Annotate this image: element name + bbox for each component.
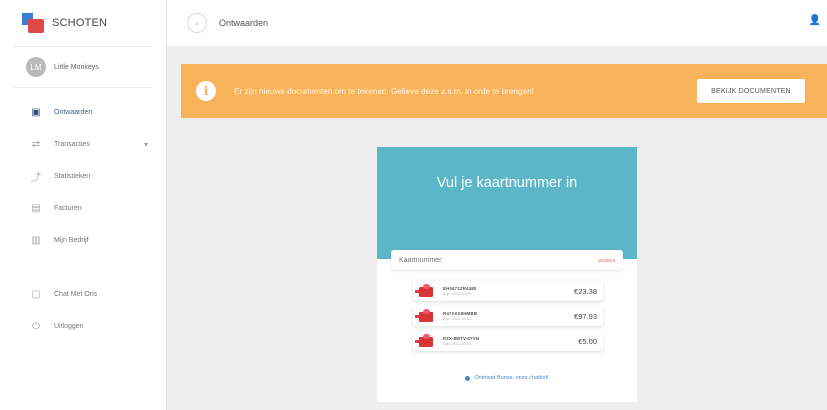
sidebar: SCHOTEN LM Little Monkeys ▣ Ontwaarden ⇄… [0, 0, 167, 410]
sidebar-item-statistieken[interactable]: ⤴ Statistieken [0, 160, 166, 192]
statistics-icon: ⤴ [31, 172, 41, 184]
voucher-sub: Exp. 2021-10-01 [443, 342, 472, 346]
sidebar-nav: ▣ Ontwaarden ⇄ Transacties ▾ ⤴ Statistie… [0, 96, 166, 342]
voucher-info: PZX-8MTV-07VN Exp. 2021-10-01 [443, 336, 479, 346]
voucher-sub: Exp. 2021-10-01 [443, 317, 472, 321]
voucher-amount: €23.38 [574, 286, 597, 296]
chevron-down-icon[interactable]: ▾ [144, 140, 148, 149]
voucher-info: R47A0X9HMBB Exp. 2021-10-01 [443, 311, 477, 321]
chatbot-link-label: Ontmoet Bunse, onze chatbot! [474, 375, 549, 381]
gift-card-icon [415, 284, 437, 298]
sidebar-item-chat[interactable]: ▢ Chat Met Ons [0, 278, 166, 310]
voucher-code: R47A0X9HMBB [443, 311, 478, 316]
wallet-icon: ▣ [31, 106, 41, 118]
top-bar: ‹ Ontwaarden 👤 [167, 0, 827, 46]
view-documents-button[interactable]: BEKIJK DOCUMENTEN [697, 79, 805, 103]
alert-text: Er zijn nieuwe documenten om te tekenen.… [234, 86, 534, 96]
list-item[interactable]: R47A0X9HMBB Exp. 2021-10-01 €97.93 [413, 306, 603, 326]
chatbot-link[interactable]: Ontmoet Bunse, onze chatbot! [377, 375, 637, 381]
voucher-sub: Exp. 2021-10-01 [443, 292, 472, 296]
sidebar-item-ontwaarden[interactable]: ▣ Ontwaarden [0, 96, 166, 128]
sidebar-item-facturen[interactable]: ▤ Facturen [0, 192, 166, 224]
card-number-input[interactable] [391, 255, 571, 265]
chevron-left-icon: ‹ [195, 18, 199, 28]
divider [14, 87, 152, 88]
card-number-panel: Vul je kaartnummer in Verplicht EH0471ZR… [377, 147, 637, 402]
voucher-list: EH0471ZR4480 Exp. 2021-10-01 €23.38 R47A… [413, 281, 603, 356]
sidebar-item-label: Chat Met Ons [54, 290, 98, 298]
sidebar-item-transacties[interactable]: ⇄ Transacties ▾ [0, 128, 166, 160]
sidebar-item-label: Statistieken [54, 172, 91, 180]
card-title: Vul je kaartnummer in [436, 175, 578, 191]
sidebar-item-label: Transacties [54, 140, 90, 148]
brand-logo-icon [22, 13, 44, 33]
sidebar-item-mijn-bedrijf[interactable]: ▥ Mijn Bedrijf [0, 224, 166, 256]
invoice-icon: ▤ [31, 202, 41, 214]
gift-card-icon [415, 334, 437, 348]
transactions-icon: ⇄ [31, 138, 41, 150]
sidebar-item-uitloggen[interactable]: ⏻ Uitloggen [0, 310, 166, 342]
sidebar-item-label: Ontwaarden [54, 108, 93, 116]
field-hint: Verplicht [597, 257, 615, 263]
gift-card-icon [415, 309, 437, 323]
brand-name: SCHOTEN [52, 17, 108, 29]
card-header: Vul je kaartnummer in [377, 147, 637, 259]
voucher-amount: €5.00 [578, 336, 597, 346]
voucher-code: EH0471ZR4480 [443, 286, 477, 291]
sidebar-item-label: Mijn Bedrijf [54, 236, 89, 244]
voucher-info: EH0471ZR4480 Exp. 2021-10-01 [443, 286, 476, 296]
brand[interactable]: SCHOTEN [0, 0, 166, 46]
alert-banner: i Er zijn nieuwe documenten om te tekene… [181, 64, 827, 118]
company-icon: ▥ [31, 234, 41, 246]
chat-icon: ▢ [31, 288, 41, 300]
sidebar-item-label: Uitloggen [54, 322, 84, 330]
voucher-amount: €97.93 [574, 311, 597, 321]
page-title: Ontwaarden [219, 18, 269, 28]
list-item[interactable]: EH0471ZR4480 Exp. 2021-10-01 €23.38 [413, 281, 603, 301]
power-icon: ⏻ [32, 320, 40, 332]
voucher-code: PZX-8MTV-07VN [443, 336, 480, 341]
user-icon[interactable]: 👤 [809, 15, 821, 26]
back-button[interactable]: ‹ [187, 13, 207, 33]
user-name: Little Monkeys [54, 63, 99, 71]
chat-dot-icon [465, 375, 471, 381]
list-item[interactable]: PZX-8MTV-07VN Exp. 2021-10-01 €5.00 [413, 331, 603, 351]
info-icon: i [196, 81, 216, 101]
card-number-field[interactable]: Verplicht [391, 250, 623, 270]
sidebar-item-label: Facturen [54, 204, 82, 212]
user-profile[interactable]: LM Little Monkeys [0, 47, 166, 87]
avatar: LM [26, 57, 46, 77]
